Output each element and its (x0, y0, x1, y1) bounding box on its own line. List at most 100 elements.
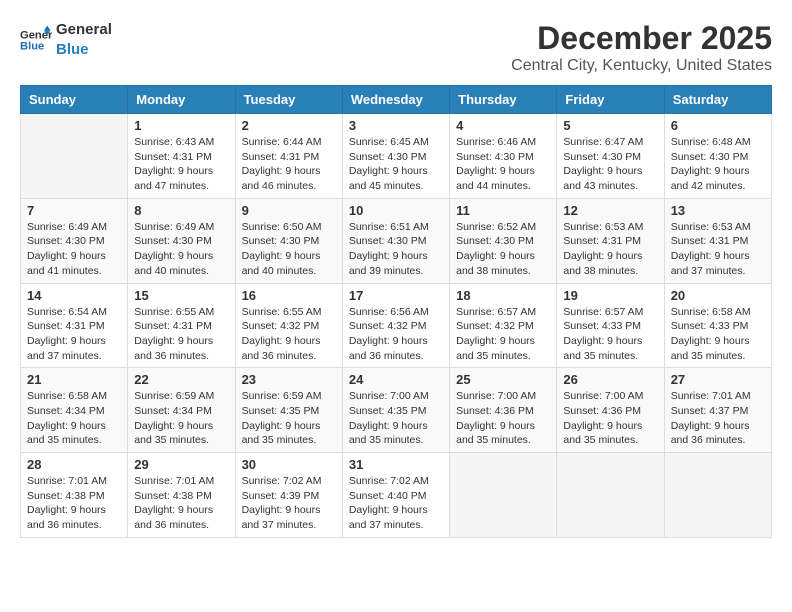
day-info-26: Sunrise: 7:00 AMSunset: 4:36 PMDaylight:… (563, 389, 657, 448)
week-row-4: 21 Sunrise: 6:58 AMSunset: 4:34 PMDayligh… (21, 368, 772, 453)
day-cell-12: 12 Sunrise: 6:53 AMSunset: 4:31 PMDayligh… (557, 198, 664, 283)
day-info-24: Sunrise: 7:00 AMSunset: 4:35 PMDaylight:… (349, 389, 443, 448)
day-info-4: Sunrise: 6:46 AMSunset: 4:30 PMDaylight:… (456, 135, 550, 194)
page-header: General Blue General Blue December 2025 … (20, 20, 772, 75)
day-info-6: Sunrise: 6:48 AMSunset: 4:30 PMDaylight:… (671, 135, 765, 194)
day-cell-21: 21 Sunrise: 6:58 AMSunset: 4:34 PMDayligh… (21, 368, 128, 453)
day-number-2: 2 (242, 118, 336, 133)
day-cell-5: 5 Sunrise: 6:47 AMSunset: 4:30 PMDaylight… (557, 114, 664, 199)
day-number-9: 9 (242, 203, 336, 218)
day-cell-9: 9 Sunrise: 6:50 AMSunset: 4:30 PMDaylight… (235, 198, 342, 283)
day-cell-11: 11 Sunrise: 6:52 AMSunset: 4:30 PMDayligh… (450, 198, 557, 283)
day-cell-14: 14Sunrise: 6:54 AMSunset: 4:31 PMDayligh… (21, 283, 128, 368)
day-info-22: Sunrise: 6:59 AMSunset: 4:34 PMDaylight:… (134, 389, 228, 448)
day-number-5: 5 (563, 118, 657, 133)
day-info-23: Sunrise: 6:59 AMSunset: 4:35 PMDaylight:… (242, 389, 336, 448)
day-number-17: 17 (349, 288, 443, 303)
header-friday: Friday (557, 86, 664, 114)
day-cell-7: 7Sunrise: 6:49 AMSunset: 4:30 PMDaylight… (21, 198, 128, 283)
day-number-6: 6 (671, 118, 765, 133)
week-row-1: 1Sunrise: 6:43 AMSunset: 4:31 PMDaylight… (21, 114, 772, 199)
day-number-30: 30 (242, 457, 336, 472)
day-number-22: 22 (134, 372, 228, 387)
week-row-3: 14Sunrise: 6:54 AMSunset: 4:31 PMDayligh… (21, 283, 772, 368)
svg-text:Blue: Blue (20, 40, 44, 52)
day-number-4: 4 (456, 118, 550, 133)
day-number-12: 12 (563, 203, 657, 218)
day-cell-28: 28 Sunrise: 7:01 AMSunset: 4:38 PMDayligh… (21, 453, 128, 538)
day-number-25: 25 (456, 372, 550, 387)
logo-line2: Blue (56, 40, 112, 60)
day-cell-25: 25 Sunrise: 7:00 AMSunset: 4:36 PMDayligh… (450, 368, 557, 453)
day-info-16: Sunrise: 6:55 AMSunset: 4:32 PMDaylight:… (242, 305, 336, 364)
day-info-3: Sunrise: 6:45 AMSunset: 4:30 PMDaylight:… (349, 135, 443, 194)
location-title: Central City, Kentucky, United States (511, 57, 772, 75)
day-number-18: 18 (456, 288, 550, 303)
day-number-10: 10 (349, 203, 443, 218)
header-tuesday: Tuesday (235, 86, 342, 114)
day-cell-8: 8 Sunrise: 6:49 AMSunset: 4:30 PMDaylight… (128, 198, 235, 283)
day-cell-26: 26Sunrise: 7:00 AMSunset: 4:36 PMDayligh… (557, 368, 664, 453)
day-cell-20: 20Sunrise: 6:58 AMSunset: 4:33 PMDayligh… (664, 283, 771, 368)
day-number-13: 13 (671, 203, 765, 218)
empty-cell (557, 453, 664, 538)
day-cell-13: 13 Sunrise: 6:53 AMSunset: 4:31 PMDayligh… (664, 198, 771, 283)
day-cell-6: 6 Sunrise: 6:48 AMSunset: 4:30 PMDaylight… (664, 114, 771, 199)
day-number-21: 21 (27, 372, 121, 387)
day-info-7: Sunrise: 6:49 AMSunset: 4:30 PMDaylight:… (27, 220, 121, 279)
day-cell-2: 2 Sunrise: 6:44 AMSunset: 4:31 PMDaylight… (235, 114, 342, 199)
day-info-9: Sunrise: 6:50 AMSunset: 4:30 PMDaylight:… (242, 220, 336, 279)
day-info-29: Sunrise: 7:01 AMSunset: 4:38 PMDaylight:… (134, 474, 228, 533)
calendar-table: SundayMondayTuesdayWednesdayThursdayFrid… (20, 85, 772, 538)
day-info-21: Sunrise: 6:58 AMSunset: 4:34 PMDaylight:… (27, 389, 121, 448)
day-number-16: 16 (242, 288, 336, 303)
day-cell-1: 1Sunrise: 6:43 AMSunset: 4:31 PMDaylight… (128, 114, 235, 199)
day-number-19: 19 (563, 288, 657, 303)
day-number-14: 14 (27, 288, 121, 303)
day-info-8: Sunrise: 6:49 AMSunset: 4:30 PMDaylight:… (134, 220, 228, 279)
day-info-27: Sunrise: 7:01 AMSunset: 4:37 PMDaylight:… (671, 389, 765, 448)
day-info-25: Sunrise: 7:00 AMSunset: 4:36 PMDaylight:… (456, 389, 550, 448)
day-info-5: Sunrise: 6:47 AMSunset: 4:30 PMDaylight:… (563, 135, 657, 194)
empty-cell (21, 114, 128, 199)
day-number-11: 11 (456, 203, 550, 218)
day-info-28: Sunrise: 7:01 AMSunset: 4:38 PMDaylight:… (27, 474, 121, 533)
day-info-11: Sunrise: 6:52 AMSunset: 4:30 PMDaylight:… (456, 220, 550, 279)
header-sunday: Sunday (21, 86, 128, 114)
logo: General Blue General Blue (20, 20, 112, 59)
empty-cell (664, 453, 771, 538)
day-cell-17: 17 Sunrise: 6:56 AMSunset: 4:32 PMDayligh… (342, 283, 449, 368)
day-number-27: 27 (671, 372, 765, 387)
day-cell-19: 19Sunrise: 6:57 AMSunset: 4:33 PMDayligh… (557, 283, 664, 368)
day-number-20: 20 (671, 288, 765, 303)
day-cell-31: 31Sunrise: 7:02 AMSunset: 4:40 PMDayligh… (342, 453, 449, 538)
header-wednesday: Wednesday (342, 86, 449, 114)
day-cell-16: 16 Sunrise: 6:55 AMSunset: 4:32 PMDayligh… (235, 283, 342, 368)
month-title: December 2025 (511, 20, 772, 57)
day-number-3: 3 (349, 118, 443, 133)
day-number-15: 15 (134, 288, 228, 303)
day-number-8: 8 (134, 203, 228, 218)
day-info-10: Sunrise: 6:51 AMSunset: 4:30 PMDaylight:… (349, 220, 443, 279)
logo-icon: General Blue (20, 24, 52, 56)
day-info-15: Sunrise: 6:55 AMSunset: 4:31 PMDaylight:… (134, 305, 228, 364)
day-cell-30: 30Sunrise: 7:02 AMSunset: 4:39 PMDayligh… (235, 453, 342, 538)
day-cell-15: 15 Sunrise: 6:55 AMSunset: 4:31 PMDayligh… (128, 283, 235, 368)
header-saturday: Saturday (664, 86, 771, 114)
day-cell-3: 3 Sunrise: 6:45 AMSunset: 4:30 PMDaylight… (342, 114, 449, 199)
day-info-17: Sunrise: 6:56 AMSunset: 4:32 PMDaylight:… (349, 305, 443, 364)
header-thursday: Thursday (450, 86, 557, 114)
day-info-12: Sunrise: 6:53 AMSunset: 4:31 PMDaylight:… (563, 220, 657, 279)
day-cell-10: 10 Sunrise: 6:51 AMSunset: 4:30 PMDayligh… (342, 198, 449, 283)
day-info-1: Sunrise: 6:43 AMSunset: 4:31 PMDaylight:… (134, 135, 228, 194)
day-info-13: Sunrise: 6:53 AMSunset: 4:31 PMDaylight:… (671, 220, 765, 279)
empty-cell (450, 453, 557, 538)
day-cell-27: 27 Sunrise: 7:01 AMSunset: 4:37 PMDayligh… (664, 368, 771, 453)
day-number-28: 28 (27, 457, 121, 472)
calendar-header-row: SundayMondayTuesdayWednesdayThursdayFrid… (21, 86, 772, 114)
day-number-29: 29 (134, 457, 228, 472)
day-cell-23: 23Sunrise: 6:59 AMSunset: 4:35 PMDayligh… (235, 368, 342, 453)
header-monday: Monday (128, 86, 235, 114)
day-cell-22: 22 Sunrise: 6:59 AMSunset: 4:34 PMDayligh… (128, 368, 235, 453)
day-info-2: Sunrise: 6:44 AMSunset: 4:31 PMDaylight:… (242, 135, 336, 194)
